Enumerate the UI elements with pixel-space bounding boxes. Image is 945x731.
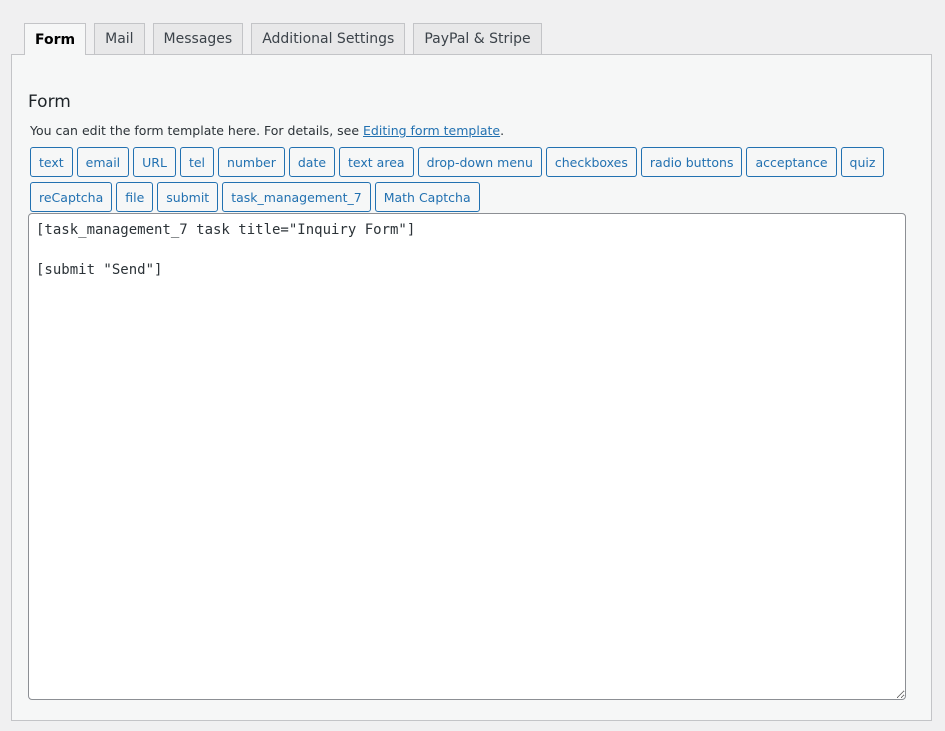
tag-button-tel[interactable]: tel [179, 147, 215, 177]
description-text: You can edit the form template here. For… [30, 123, 364, 138]
form-template-editor[interactable]: [task_management_7 task title="Inquiry F… [28, 213, 906, 700]
panel-description: You can edit the form template here. For… [30, 123, 504, 138]
tab-paypal-stripe[interactable]: PayPal & Stripe [413, 23, 542, 54]
tag-button-date[interactable]: date [288, 147, 336, 177]
tab-messages[interactable]: Messages [152, 23, 244, 54]
tag-button-task-management-7[interactable]: task_management_7 [222, 182, 371, 212]
form-panel: Form You can edit the form template here… [11, 54, 932, 721]
tag-button-number[interactable]: number [218, 147, 285, 177]
panel-title: Form [28, 92, 71, 112]
tag-button-file[interactable]: file [116, 182, 154, 212]
tag-button-submit[interactable]: submit [157, 182, 219, 212]
tag-button-recaptcha[interactable]: reCaptcha [30, 182, 113, 212]
tag-button-math-captcha[interactable]: Math Captcha [374, 182, 480, 212]
tab-additional-settings[interactable]: Additional Settings [251, 23, 406, 54]
tag-button-radio-buttons[interactable]: radio buttons [640, 147, 743, 177]
tag-generator-buttons: text email URL tel number date text area… [30, 147, 910, 212]
tag-button-quiz[interactable]: quiz [840, 147, 885, 177]
tag-button-email[interactable]: email [76, 147, 130, 177]
tag-button-checkboxes[interactable]: checkboxes [545, 147, 637, 177]
editing-form-template-link[interactable]: Editing form template [363, 123, 500, 138]
tab-mail[interactable]: Mail [94, 23, 145, 54]
tag-button-acceptance[interactable]: acceptance [746, 147, 837, 177]
tab-form[interactable]: Form [24, 23, 87, 55]
tag-button-textarea[interactable]: text area [339, 147, 414, 177]
tag-button-dropdown-menu[interactable]: drop-down menu [417, 147, 542, 177]
description-suffix: . [500, 123, 505, 138]
tab-bar: Form Mail Messages Additional Settings P… [24, 23, 542, 55]
tag-button-text[interactable]: text [30, 147, 73, 177]
tag-button-url[interactable]: URL [133, 147, 176, 177]
